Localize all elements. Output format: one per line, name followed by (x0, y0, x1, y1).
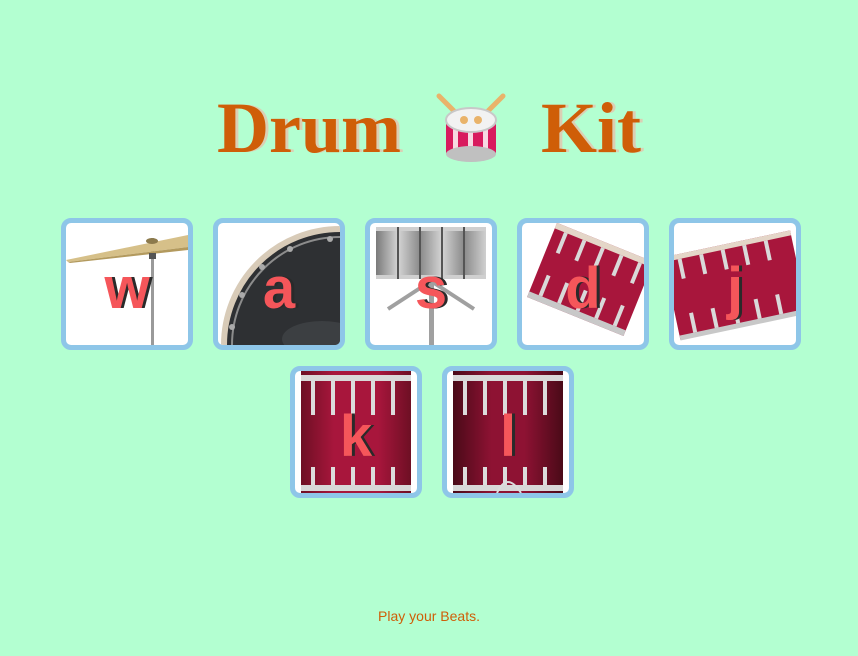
drum-button-d[interactable]: d (517, 218, 649, 350)
drum-button-s[interactable]: s (365, 218, 497, 350)
drum-key-letter: j (726, 256, 744, 321)
drum-key-letter: s (414, 256, 448, 321)
drum-key-letter: d (565, 256, 601, 321)
drum-button-w[interactable]: w (61, 218, 193, 350)
page-title: Drum Kit (0, 88, 858, 168)
title-drum-word: Drum (217, 88, 401, 169)
drum-key-letter: a (262, 256, 296, 321)
drum-button-a[interactable]: a (213, 218, 345, 350)
drum-button-k[interactable]: k (290, 366, 422, 498)
drum-button-j[interactable]: j (669, 218, 801, 350)
drum-key-letter: w (104, 256, 150, 321)
title-kit-word: Kit (541, 88, 641, 169)
drum-with-sticks-icon (431, 88, 511, 168)
footer-text: Play your Beats. (378, 608, 480, 624)
drum-button-l[interactable]: l (442, 366, 574, 498)
drum-key-letter: l (499, 404, 517, 469)
drum-key-letter: k (339, 404, 373, 469)
